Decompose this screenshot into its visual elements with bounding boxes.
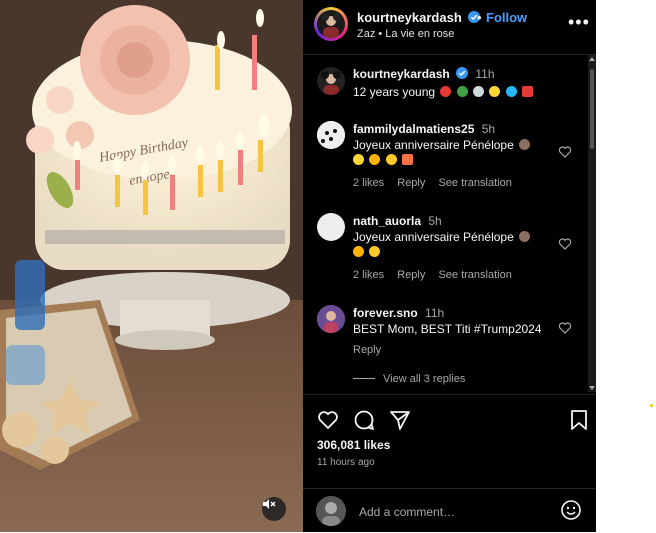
comment-avatar[interactable] — [317, 305, 345, 333]
comment-time: 5h — [481, 122, 496, 136]
party-popper-emoji-icon — [353, 246, 364, 257]
comment-likes[interactable]: 2 likes — [353, 269, 384, 281]
palm-tree-emoji-icon — [456, 86, 468, 97]
party-face-emoji-icon — [353, 154, 364, 165]
comment-input[interactable] — [357, 502, 551, 522]
comment-actions: 2 likes Reply See translation — [353, 269, 522, 281]
see-translation-button[interactable]: See translation — [438, 177, 511, 189]
view-replies-label[interactable]: View all 3 replies — [383, 373, 465, 385]
like-comment-heart-icon[interactable] — [558, 321, 572, 335]
balloon-emoji-icon — [440, 86, 452, 97]
comment-username[interactable]: forever.sno 11h — [353, 306, 444, 320]
scrollbar-thumb[interactable] — [590, 69, 594, 149]
caption-text: 12 years young — [353, 85, 558, 100]
verified-badge-icon — [456, 67, 469, 79]
confetti-emoji-icon — [385, 154, 397, 165]
add-comment-bar — [303, 488, 596, 533]
comment-likes[interactable]: 2 likes — [353, 177, 384, 189]
scroll-down-arrow-icon[interactable] — [589, 386, 595, 390]
gift-emoji-icon — [402, 154, 414, 165]
follow-button[interactable]: Follow — [486, 10, 527, 25]
follow-separator: • — [477, 10, 482, 25]
comment-username-text[interactable]: nath_auorla — [353, 214, 421, 228]
like-comment-heart-icon[interactable] — [558, 237, 572, 251]
comments-list[interactable]: kourtneykardash 11h 12 years young fammi… — [303, 55, 588, 392]
audio-track[interactable]: Zaz • La vie en rose — [357, 28, 454, 40]
reply-button[interactable]: Reply — [397, 269, 425, 281]
post-timestamp[interactable]: 11 hours ago — [317, 457, 375, 468]
cake-photo: Happy Birthday en lope! — [0, 0, 303, 532]
comment-actions: Reply — [353, 344, 391, 356]
comment-text: Joyeux anniversaire Pénélope — [353, 138, 558, 168]
comment-username-text[interactable]: fammilydalmatiens25 — [353, 122, 474, 136]
comment-avatar[interactable] — [317, 121, 345, 149]
post-video[interactable]: Happy Birthday en lope! — [0, 0, 303, 532]
comment-text-body: Joyeux anniversaire Pénélope — [353, 138, 514, 152]
caption-username-text[interactable]: kourtneykardash — [353, 67, 450, 81]
caption-text-body: 12 years young — [353, 85, 436, 99]
confetti-emoji-icon — [369, 246, 381, 257]
save-bookmark-icon[interactable] — [568, 409, 590, 431]
post-panel: kourtneykardash • Follow Zaz • La vie en… — [303, 0, 596, 532]
comments-scrollbar[interactable] — [588, 55, 596, 392]
like-heart-icon[interactable] — [317, 409, 339, 431]
comment-text: BEST Mom, BEST Titi #Trump2024 — [353, 322, 542, 336]
reply-button[interactable]: Reply — [353, 344, 381, 356]
comment-text-body: Joyeux anniversaire Pénélope — [353, 230, 514, 244]
comment-username-text[interactable]: forever.sno — [353, 306, 418, 320]
comment-username[interactable]: nath_auorla 5h — [353, 214, 442, 228]
comment-actions: 2 likes Reply See translation — [353, 177, 522, 189]
like-comment-heart-icon[interactable] — [558, 145, 572, 159]
mute-button[interactable] — [262, 497, 286, 521]
emoji-picker-icon[interactable] — [560, 499, 582, 521]
more-options-icon[interactable]: ••• — [568, 12, 590, 33]
view-replies-button[interactable]: View all 3 replies — [353, 373, 465, 385]
comment-username[interactable]: fammilydalmatiens25 5h — [353, 122, 495, 136]
share-paper-plane-icon[interactable] — [389, 409, 411, 431]
caption-username[interactable]: kourtneykardash 11h — [353, 67, 495, 81]
author-avatar[interactable] — [314, 7, 348, 41]
comment-text: Joyeux anniversaire Pénélope — [353, 230, 558, 260]
likes-count[interactable]: 306,081 likes — [317, 438, 390, 452]
stray-dot — [650, 404, 653, 407]
comment-time: 5h — [428, 214, 442, 228]
cake-emoji-icon — [519, 231, 531, 242]
comment-time: 11h — [425, 306, 445, 320]
replies-divider — [353, 378, 375, 379]
scroll-up-arrow-icon[interactable] — [589, 57, 595, 61]
wave-emoji-icon — [505, 86, 517, 97]
author-username[interactable]: kourtneykardash — [357, 10, 481, 25]
reply-button[interactable]: Reply — [397, 177, 425, 189]
comment-avatar[interactable] — [317, 213, 345, 241]
heart-emoji-icon — [522, 86, 534, 97]
cake-emoji-icon — [519, 139, 531, 150]
author-username-text[interactable]: kourtneykardash — [357, 10, 462, 25]
party-popper-emoji-icon — [369, 154, 381, 165]
caption-time: 11h — [475, 67, 495, 81]
see-translation-button[interactable]: See translation — [438, 269, 511, 281]
post-header: kourtneykardash • Follow Zaz • La vie en… — [303, 0, 596, 55]
caption-avatar[interactable] — [317, 67, 345, 95]
current-user-avatar — [316, 496, 346, 526]
comment-bubble-icon[interactable] — [353, 409, 375, 431]
sparkle-emoji-icon — [473, 86, 485, 97]
sun-emoji-icon — [489, 86, 501, 97]
muted-speaker-icon — [263, 499, 276, 509]
post-actions: 306,081 likes 11 hours ago — [303, 394, 596, 489]
